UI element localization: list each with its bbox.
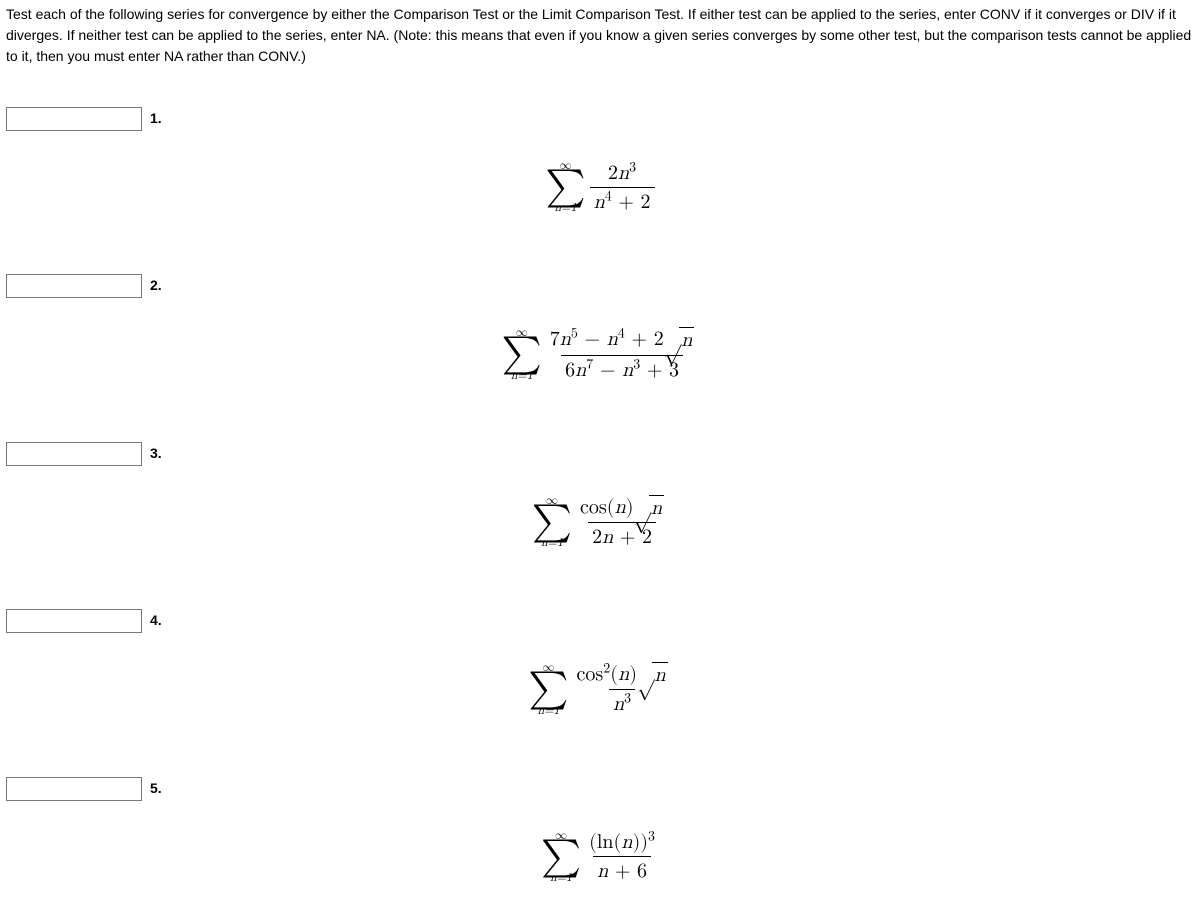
problem-3: 3. — [6, 442, 1194, 466]
instructions-text: Test each of the following series for co… — [6, 4, 1194, 67]
problem-label-2: 2. — [150, 274, 162, 293]
sigma-icon: ∑ — [502, 339, 542, 369]
formula-3: ∞ ∑ n=1 cos(n)√n 2n + 2 — [6, 486, 1194, 549]
answer-input-2[interactable] — [6, 274, 142, 298]
problem-label-5: 5. — [150, 777, 162, 796]
answer-input-3[interactable] — [6, 442, 142, 466]
formula-2: ∞ ∑ n=1 7n5 − n4 + 2√n 6n7 − n3 + 3 — [6, 318, 1194, 381]
sigma-icon: ∑ — [541, 842, 581, 872]
sigma-bottom: n=1 — [555, 202, 577, 214]
sigma-icon: ∑ — [545, 172, 585, 202]
answer-input-1[interactable] — [6, 107, 142, 131]
problem-label-3: 3. — [150, 442, 162, 461]
problem-label-1: 1. — [150, 107, 162, 126]
problem-1: 1. — [6, 107, 1194, 131]
formula-4: ∞ ∑ n=1 cos2(n)√n n3 — [6, 653, 1194, 716]
formula-5: ∞ ∑ n=1 (ln(n))3 n + 6 — [6, 821, 1194, 884]
answer-input-5[interactable] — [6, 777, 142, 801]
problem-2: 2. — [6, 274, 1194, 298]
problem-label-4: 4. — [150, 609, 162, 628]
problem-5: 5. — [6, 777, 1194, 801]
formula-1: ∞ ∑ n=1 2n3 n4 + 2 — [6, 151, 1194, 214]
sigma-icon: ∑ — [532, 507, 572, 537]
problem-4: 4. — [6, 609, 1194, 633]
answer-input-4[interactable] — [6, 609, 142, 633]
sigma-icon: ∑ — [528, 674, 568, 704]
